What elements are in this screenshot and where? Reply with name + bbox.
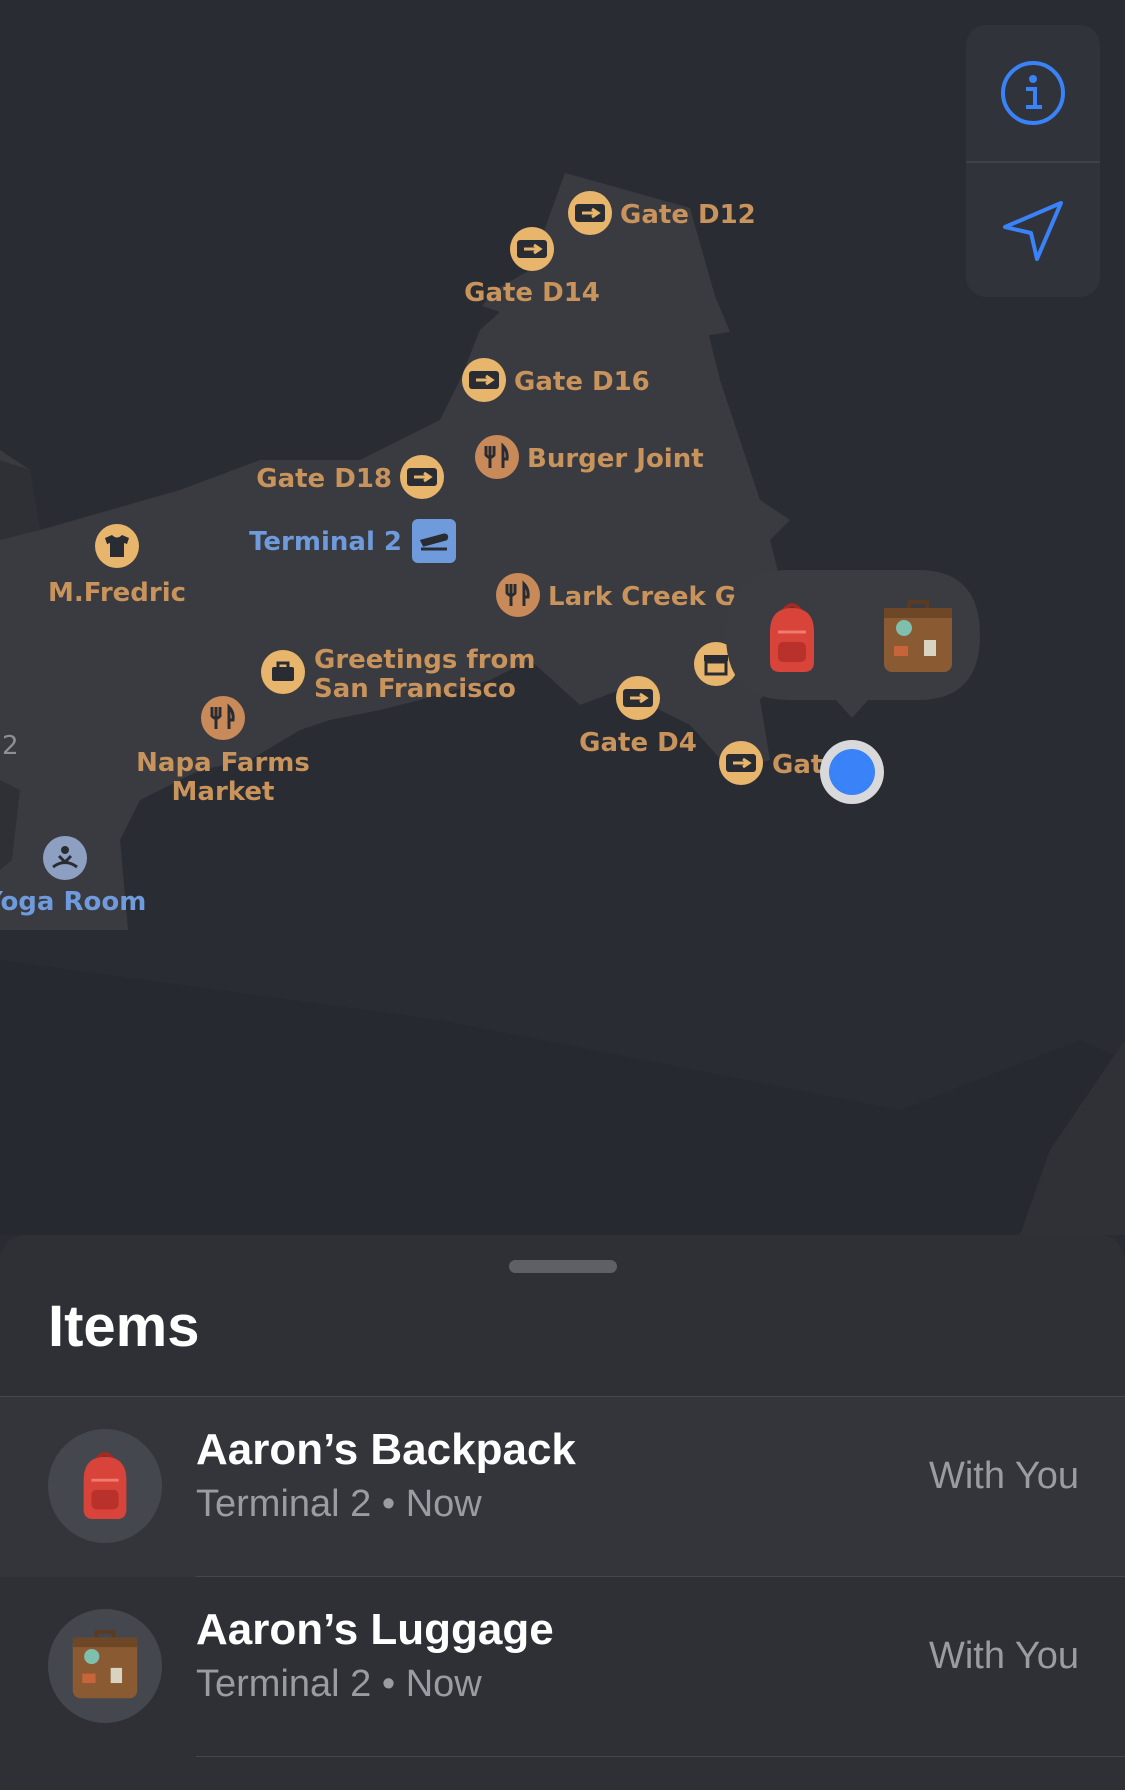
item-name: Aaron’s Luggage <box>196 1605 554 1654</box>
poi-label: Gate D14 <box>464 278 600 308</box>
avatar <box>48 1429 162 1543</box>
boarding-pass-icon <box>575 204 605 222</box>
item-status: With You <box>929 1455 1079 1497</box>
current-location-button[interactable] <box>966 163 1100 297</box>
item-cluster-bubble[interactable] <box>726 570 980 718</box>
location-arrow-icon <box>1003 201 1063 261</box>
boarding-pass-icon <box>517 240 547 258</box>
item-subtitle: Terminal 2 • Now <box>196 1483 482 1525</box>
backpack-icon <box>770 603 814 672</box>
backpack-icon <box>83 1451 127 1520</box>
item-subtitle: Terminal 2 • Now <box>196 1663 482 1705</box>
poi-label: M.Fredric <box>48 578 186 608</box>
poi-label: Napa Farms <box>136 748 310 778</box>
boarding-pass-icon <box>726 754 756 772</box>
poi-label: Gate D4 <box>579 728 697 758</box>
items-sheet[interactable]: Items Aaron’s Backpack Terminal 2 • Now … <box>0 1235 1125 1790</box>
poi-label: Gate D16 <box>514 367 650 397</box>
poi-label: Gate D18 <box>256 464 392 494</box>
item-name: Aaron’s Backpack <box>196 1425 576 1474</box>
boarding-pass-icon <box>623 689 653 707</box>
poi-label: San Francisco <box>314 674 516 704</box>
luggage-icon <box>72 1630 138 1699</box>
info-button[interactable] <box>966 25 1100 161</box>
avatar <box>48 1609 162 1723</box>
map-controls <box>966 25 1100 297</box>
boarding-pass-icon <box>407 468 437 486</box>
divider <box>196 1756 1125 1757</box>
boarding-pass-icon <box>469 371 499 389</box>
poi-label: Gate D12 <box>620 200 756 230</box>
sheet-title: Items <box>48 1294 200 1359</box>
poi-label: Greetings from <box>314 645 536 675</box>
poi-label: Gat <box>772 750 823 780</box>
map-edge-label: 2 <box>2 731 19 761</box>
poi-label: Market <box>172 777 275 807</box>
sheet-grabber[interactable] <box>509 1260 617 1273</box>
poi-label: Lark Creek Gri <box>548 582 758 612</box>
list-item-luggage[interactable]: Aaron’s Luggage Terminal 2 • Now With Yo… <box>0 1577 1125 1757</box>
poi-label: Burger Joint <box>527 444 704 474</box>
item-status: With You <box>929 1635 1079 1677</box>
poi-label: Yoga Room <box>0 887 146 917</box>
info-icon <box>1001 61 1065 125</box>
list-item-backpack[interactable]: Aaron’s Backpack Terminal 2 • Now With Y… <box>0 1397 1125 1577</box>
poi-label: Terminal 2 <box>249 527 402 557</box>
user-location-dot <box>820 740 884 804</box>
luggage-icon <box>884 600 952 672</box>
